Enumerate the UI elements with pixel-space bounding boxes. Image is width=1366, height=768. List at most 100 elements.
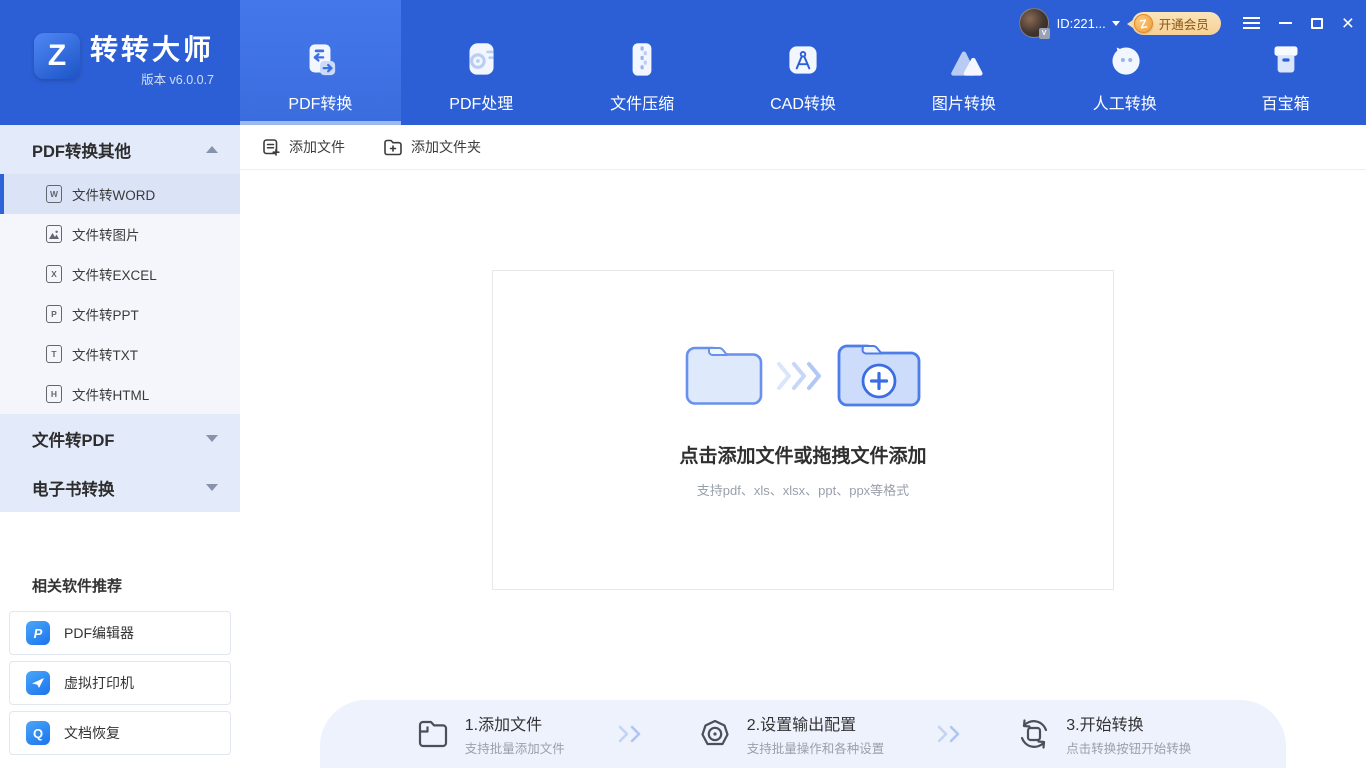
sidebar-item-file-to-html[interactable]: H 文件转HTML (0, 374, 240, 414)
doc-recovery-icon: Q (26, 721, 50, 745)
app-version: 版本 v6.0.0.7 (141, 73, 215, 88)
chevron-down-icon[interactable] (1111, 20, 1120, 26)
tab-label: PDF转换 (288, 96, 353, 113)
arrows-right-icon (777, 362, 821, 390)
pdf-editor-icon: P (26, 621, 50, 645)
add-file-icon (263, 138, 280, 156)
pdf-convert-icon (309, 44, 336, 76)
sidebar-group-file-to-pdf[interactable]: 文件转PDF (0, 414, 240, 463)
add-folder-label: 添加文件夹 (411, 139, 481, 155)
image-doc-icon (46, 225, 62, 243)
dropzone-title: 点击添加文件或拖拽文件添加 (679, 446, 927, 467)
dropzone-graphic (683, 341, 923, 411)
vip-coin-icon: Z (1132, 11, 1155, 35)
folder-add-target-icon (837, 344, 921, 407)
tab-label: 人工转换 (1092, 96, 1157, 113)
manual-convert-icon (1112, 47, 1140, 75)
avatar[interactable]: V (1018, 8, 1050, 39)
related-app-label: 虚拟打印机 (64, 675, 134, 691)
related-app-virtual-printer[interactable]: 虚拟打印机 (9, 661, 231, 705)
group-label: 电子书转换 (32, 480, 115, 499)
main-content: 添加文件 添加文件夹 点击添加文件或拖拽文件添加 支持pdf、xls、xlsx、… (240, 125, 1366, 768)
tab-label: 图片转换 (931, 96, 996, 113)
tab-pdf-convert[interactable]: PDF转换 (240, 0, 401, 125)
vip-upgrade-button[interactable]: Z 开通会员 (1126, 11, 1221, 35)
toolbox-icon (1274, 46, 1298, 73)
related-app-doc-recovery[interactable]: Q 文档恢复 (9, 711, 231, 755)
tab-label: 百宝箱 (1261, 96, 1310, 113)
step-title: 3.开始转换 (1066, 717, 1144, 734)
user-id[interactable]: ID:221... (1057, 16, 1106, 31)
sidebar-group-pdf-convert-other[interactable]: PDF转换其他 (0, 125, 240, 174)
sidebar-item-file-to-txt[interactable]: T 文件转TXT (0, 334, 240, 374)
excel-doc-icon: X (46, 265, 62, 283)
add-folder-button[interactable]: 添加文件夹 (383, 137, 481, 157)
add-folder-icon (384, 139, 402, 156)
sidebar-item-label: 文件转PPT (72, 308, 139, 323)
related-app-label: 文档恢复 (64, 725, 120, 741)
step-title: 1.添加文件 (464, 717, 543, 734)
sidebar-item-file-to-word[interactable]: W 文件转WORD (0, 174, 240, 214)
add-file-label: 添加文件 (289, 139, 345, 155)
step-desc: 支持批量操作和各种设置 (746, 742, 885, 756)
related-app-label: PDF编辑器 (64, 625, 134, 641)
dropzone-subtitle: 支持pdf、xls、xlsx、ppt、ppx等格式 (696, 483, 910, 498)
user-area: V ID:221... Z 开通会员 × (1018, 8, 1354, 39)
sidebar-item-label: 文件转WORD (72, 188, 156, 203)
related-software-section: 相关软件推荐 P PDF编辑器 虚拟打印机 Q 文档恢复 (0, 575, 240, 768)
folder-source-icon (685, 346, 763, 405)
sidebar-item-label: 文件转EXCEL (72, 268, 157, 283)
group-label: 文件转PDF (32, 431, 115, 450)
html-doc-icon: H (46, 385, 62, 403)
convert-step-icon (1021, 719, 1048, 749)
tab-cad-convert[interactable]: CAD转换 (723, 0, 884, 125)
sidebar-item-file-to-image[interactable]: 文件转图片 (0, 214, 240, 254)
step-desc: 点击转换按钮开始转换 (1066, 742, 1192, 756)
file-dropzone[interactable]: 点击添加文件或拖拽文件添加 支持pdf、xls、xlsx、ppt、ppx等格式 (492, 270, 1114, 590)
close-button[interactable]: × (1342, 13, 1354, 34)
sidebar-group-ebook-convert[interactable]: 电子书转换 (0, 463, 240, 512)
maximize-button[interactable] (1310, 17, 1323, 29)
menu-button[interactable] (1242, 17, 1260, 29)
step-desc: 支持批量添加文件 (464, 742, 565, 756)
toolbar: 添加文件 添加文件夹 (240, 125, 1366, 170)
folder-step-icon (418, 720, 447, 748)
minimize-button[interactable] (1278, 22, 1292, 24)
steps-panel: 1.添加文件 支持批量添加文件 2.设置输出配置 支持批量操作和各种设置 3.开… (320, 700, 1286, 768)
step-output-settings: 2.设置输出配置 支持批量操作和各种设置 (697, 711, 885, 757)
sidebar: PDF转换其他 W 文件转WORD 文件转图片 X 文件转EXCEL P 文件转… (0, 125, 240, 768)
image-convert-icon (951, 51, 983, 76)
txt-doc-icon: T (46, 345, 62, 363)
sidebar-item-label: 文件转HTML (72, 388, 150, 403)
tab-file-compress[interactable]: 文件压缩 (562, 0, 723, 125)
add-file-button[interactable]: 添加文件 (262, 137, 345, 157)
tab-label: 文件压缩 (610, 96, 675, 113)
sidebar-item-label: 文件转TXT (72, 348, 138, 363)
app-window: Z 转转大师 版本 v6.0.0.7 PDF转换 PDF处理 文件压缩 CAD转… (0, 0, 1366, 768)
app-logo-icon: Z (34, 32, 80, 79)
file-compress-icon (632, 43, 652, 76)
cad-convert-icon (789, 46, 817, 74)
step-add-files: 1.添加文件 支持批量添加文件 (415, 711, 565, 757)
tab-label: CAD转换 (770, 96, 836, 113)
sidebar-item-file-to-excel[interactable]: X 文件转EXCEL (0, 254, 240, 294)
related-software-heading: 相关软件推荐 (32, 578, 123, 595)
chevron-up-icon (206, 146, 218, 153)
step-title: 2.设置输出配置 (746, 717, 857, 734)
tab-pdf-process[interactable]: PDF处理 (401, 0, 562, 125)
window-controls: × (1242, 13, 1354, 34)
step-arrow-icon (937, 725, 960, 743)
chevron-down-icon (206, 484, 218, 491)
step-arrow-icon (618, 725, 641, 743)
word-doc-icon: W (46, 185, 62, 203)
related-app-pdf-editor[interactable]: P PDF编辑器 (9, 611, 231, 655)
avatar-level-badge: V (1038, 28, 1050, 39)
pdf-process-icon (469, 43, 494, 75)
settings-step-icon (701, 719, 729, 746)
step-start-convert: 3.开始转换 点击转换按钮开始转换 (1016, 711, 1191, 757)
sidebar-item-label: 文件转图片 (72, 228, 140, 243)
virtual-printer-icon (26, 671, 50, 695)
sidebar-item-file-to-ppt[interactable]: P 文件转PPT (0, 294, 240, 334)
tab-label: PDF处理 (449, 96, 514, 113)
group-label: PDF转换其他 (32, 142, 131, 161)
